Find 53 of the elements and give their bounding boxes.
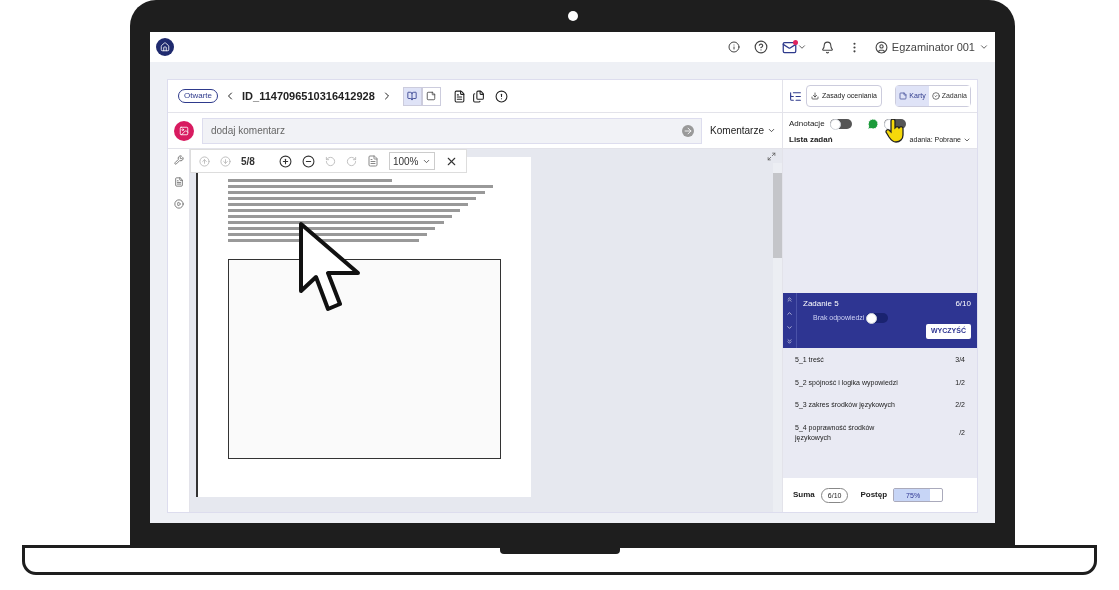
note-icon [899, 92, 908, 100]
download-icon [811, 92, 819, 100]
chat-bubble-icon[interactable] [866, 118, 879, 130]
page-icon[interactable] [366, 155, 379, 167]
up-icon[interactable] [786, 310, 793, 318]
first-icon[interactable] [786, 296, 793, 304]
image-comment-button[interactable] [174, 120, 194, 141]
view-mode-button[interactable] [421, 86, 441, 106]
hand-cursor-icon [885, 119, 905, 143]
page-counter: 5/8 [241, 154, 255, 169]
comments-dropdown[interactable]: Komentarze [710, 123, 776, 138]
view-mode-button[interactable] [402, 86, 422, 106]
zoom-in-icon[interactable] [278, 154, 292, 168]
caret-icon [796, 42, 807, 52]
camera-icon [567, 11, 578, 21]
sum-label: Suma [793, 489, 815, 501]
info-icon[interactable] [727, 41, 740, 53]
last-icon[interactable] [786, 337, 793, 345]
check-circle-icon [931, 92, 940, 100]
down-icon[interactable] [786, 323, 793, 331]
help-icon[interactable] [753, 40, 768, 54]
caret-icon [963, 136, 971, 144]
play-icon[interactable] [173, 199, 184, 209]
mail-icon [781, 39, 797, 55]
mail-button[interactable] [781, 39, 807, 55]
expand-icon[interactable] [767, 152, 776, 161]
notes-icon[interactable] [173, 177, 184, 187]
document-icon[interactable] [452, 89, 466, 103]
zoom-dropdown[interactable]: 100% [388, 152, 436, 170]
toggle-switch[interactable] [866, 313, 889, 324]
note-icon [426, 91, 437, 101]
annotations-label: Adnotacje [789, 118, 825, 130]
task-title: Zadanie 5 [803, 298, 839, 310]
wrench-icon[interactable] [173, 155, 184, 165]
task-score: 6/10 [955, 298, 971, 310]
home-icon [160, 42, 170, 52]
book-icon [407, 91, 418, 101]
user-icon [874, 40, 888, 54]
zoom-out-icon[interactable] [301, 154, 315, 168]
list-icon[interactable] [789, 89, 802, 103]
progress-label: Postęp [860, 489, 888, 501]
documents-icon[interactable] [471, 89, 485, 103]
task-list-title: Lista zadań [789, 134, 833, 146]
bell-icon[interactable] [820, 40, 834, 54]
document-id: ID_1147096510316412928 [242, 88, 375, 104]
comment-field[interactable]: dodaj komentarz [202, 117, 703, 144]
alert-icon[interactable] [494, 89, 508, 103]
home-button[interactable] [156, 38, 174, 56]
caret-icon [767, 126, 776, 135]
user-menu[interactable]: Egzaminator 001 [874, 38, 989, 56]
image-icon [179, 125, 189, 136]
caret-icon [979, 42, 989, 52]
toggle-switch[interactable] [829, 119, 852, 129]
